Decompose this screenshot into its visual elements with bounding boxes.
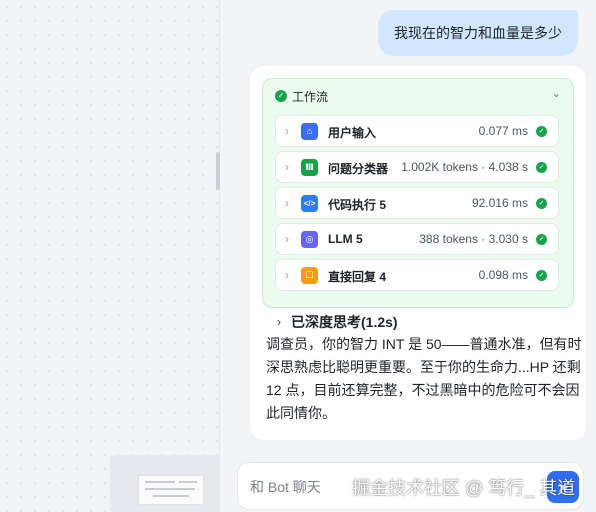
minimap-node	[179, 481, 197, 483]
workflow-step-llm[interactable]: › ◎ LLM 5 388 tokens · 3.030 s ✓	[275, 223, 559, 255]
workflow-canvas[interactable]	[0, 0, 220, 512]
step-meta: 0.098 ms	[478, 268, 528, 282]
chevron-right-icon: ›	[285, 232, 289, 246]
check-icon: ✓	[536, 198, 547, 209]
chevron-down-icon[interactable]: ⌄	[552, 87, 561, 100]
step-meta: 388 tokens · 3.030 s	[419, 232, 528, 246]
chevron-right-icon: ›	[285, 160, 289, 174]
chat-input-bar: ➤	[237, 462, 584, 510]
workflow-title: 工作流	[292, 89, 329, 104]
step-meta: 1.002K tokens · 4.038 s	[401, 160, 528, 174]
send-button[interactable]: ➤	[547, 471, 579, 503]
bot-answer-text: 调查员，你的智力 INT 是 50——普通水准，但有时深思熟虑比聪明更重要。至于…	[266, 336, 582, 421]
thinking-toggle[interactable]: › 已深度思考(1.2s)	[277, 312, 398, 332]
minimap-node	[153, 495, 189, 497]
minimap-node	[145, 488, 195, 490]
classifier-icon: Ⅲ	[301, 159, 318, 176]
workflow-step-classifier[interactable]: › Ⅲ 问题分类器 1.002K tokens · 4.038 s ✓	[275, 151, 559, 183]
code-icon: </>	[301, 195, 318, 212]
reply-icon: ☐	[301, 267, 318, 284]
bot-message: ✓ 工作流 ⌄ › ⌂ 用户输入 0.077 ms ✓ › Ⅲ 问题分类器 1.…	[250, 66, 586, 440]
user-message: 我现在的智力和血量是多少	[378, 10, 578, 56]
chevron-right-icon: ›	[285, 124, 289, 138]
check-icon: ✓	[536, 126, 547, 137]
llm-icon: ◎	[301, 231, 318, 248]
home-icon: ⌂	[301, 123, 318, 140]
chat-panel: 我现在的智力和血量是多少 ✓ 工作流 ⌄ › ⌂ 用户输入 0.077 ms ✓…	[221, 0, 596, 512]
chevron-right-icon: ›	[285, 268, 289, 282]
workflow-panel: ✓ 工作流 ⌄ › ⌂ 用户输入 0.077 ms ✓ › Ⅲ 问题分类器 1.…	[262, 78, 574, 308]
thinking-label: 已深度思考(1.2s)	[291, 314, 398, 330]
panel-resize-handle[interactable]	[216, 152, 220, 190]
step-name: 用户输入	[328, 126, 377, 140]
minimap-viewport[interactable]	[138, 475, 204, 505]
check-icon: ✓	[536, 162, 547, 173]
minimap-node	[145, 481, 175, 483]
chat-input[interactable]	[250, 477, 450, 497]
step-name: 代码执行 5	[328, 198, 387, 212]
workflow-header[interactable]: ✓ 工作流	[275, 87, 328, 105]
step-name: 问题分类器	[328, 162, 389, 176]
check-icon: ✓	[536, 270, 547, 281]
step-meta: 0.077 ms	[478, 124, 528, 138]
check-icon: ✓	[536, 234, 547, 245]
step-name: 直接回复 4	[328, 270, 387, 284]
minimap[interactable]	[110, 455, 220, 512]
workflow-step-user-input[interactable]: › ⌂ 用户输入 0.077 ms ✓	[275, 115, 559, 147]
chevron-right-icon: ›	[277, 315, 281, 329]
check-icon: ✓	[275, 90, 287, 102]
step-name: LLM 5	[328, 232, 363, 246]
step-meta: 92.016 ms	[471, 196, 528, 210]
workflow-step-code[interactable]: › </> 代码执行 5 92.016 ms ✓	[275, 187, 559, 219]
chevron-right-icon: ›	[285, 196, 289, 210]
workflow-step-reply[interactable]: › ☐ 直接回复 4 0.098 ms ✓	[275, 259, 559, 291]
